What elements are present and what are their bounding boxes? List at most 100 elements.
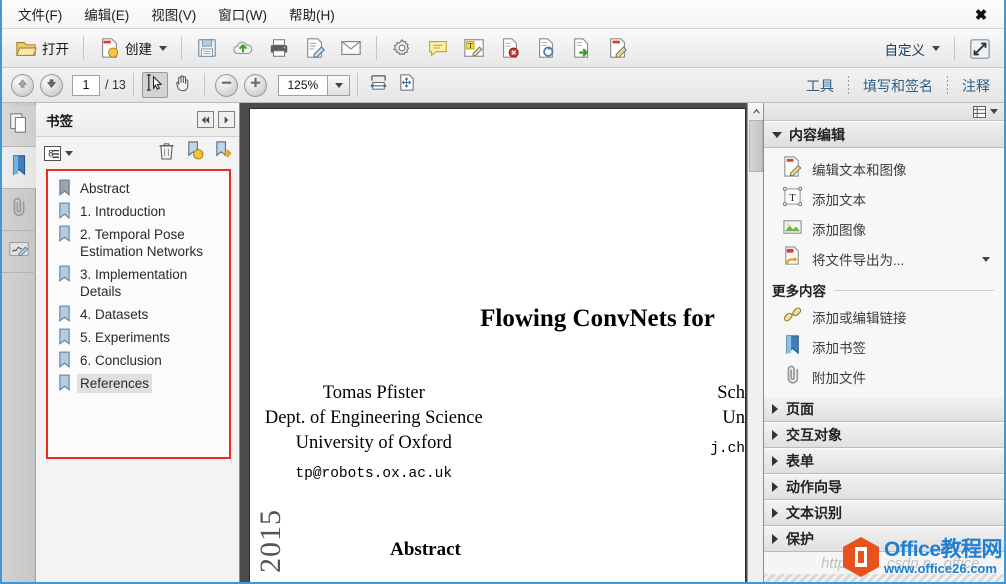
open-button[interactable]: 打开 xyxy=(8,33,76,63)
zoom-dropdown-button[interactable] xyxy=(327,74,350,96)
bookmark-label: 3. Implementation Details xyxy=(80,267,188,299)
tool-attach-file[interactable]: 附加文件 xyxy=(764,362,1004,392)
rail-signatures[interactable] xyxy=(2,231,36,273)
sign-document-button[interactable] xyxy=(297,33,333,63)
export-document-button[interactable] xyxy=(564,33,600,63)
edit-document-button[interactable] xyxy=(600,33,636,63)
bookmark-icon xyxy=(59,351,70,368)
bookmark-item-abstract[interactable]: Abstract xyxy=(48,177,229,200)
settings-gear-icon xyxy=(391,37,413,59)
save-button[interactable] xyxy=(189,33,225,63)
panel-options-button[interactable] xyxy=(973,105,998,118)
link-icon xyxy=(782,304,803,330)
paper-authors: Tomas Pfister Dept. of Engineering Scien… xyxy=(250,381,745,487)
panel-resize-grip[interactable] xyxy=(764,574,1004,582)
section-pages[interactable]: 页面 xyxy=(764,396,1004,422)
rail-page-thumbnails[interactable] xyxy=(2,105,36,147)
delete-page-button[interactable] xyxy=(492,33,528,63)
tool-export-file-as[interactable]: 将文件导出为... xyxy=(764,244,1004,274)
author-name: Tomas Pfister xyxy=(322,383,425,403)
email-button[interactable] xyxy=(333,33,369,63)
collapse-panel-button[interactable] xyxy=(197,111,214,128)
comment-button[interactable] xyxy=(420,33,456,63)
chevron-down-icon xyxy=(65,150,73,156)
bookmark-options-button[interactable]: 8 xyxy=(44,145,73,161)
section-title: 文本识别 xyxy=(786,505,842,521)
zoom-out-button[interactable] xyxy=(214,73,238,97)
toolbar-right-group: 自定义 xyxy=(878,29,999,68)
edit-bookmark-button[interactable] xyxy=(214,141,233,165)
bookmark-item-temporal-pose-estimation-networks[interactable]: 2. Temporal Pose Estimation Networks xyxy=(48,223,229,263)
author-university: University of Oxford xyxy=(295,433,452,453)
chevron-right-icon xyxy=(772,508,778,518)
scroll-up-button[interactable] xyxy=(748,103,763,119)
hand-tool-button[interactable] xyxy=(170,72,196,98)
menu-file[interactable]: 文件(F) xyxy=(8,1,72,27)
zoom-input[interactable]: 125% xyxy=(277,74,328,96)
upload-cloud-button[interactable] xyxy=(225,33,261,63)
group-title: 更多内容 xyxy=(772,284,826,299)
settings-button[interactable] xyxy=(384,33,420,63)
section-title: 保护 xyxy=(786,531,814,547)
expand-window-button[interactable] xyxy=(962,34,998,64)
section-action-wizard[interactable]: 动作向导 xyxy=(764,474,1004,500)
chevron-down-icon[interactable] xyxy=(159,45,167,51)
bookmark-label: 5. Experiments xyxy=(80,330,171,345)
rail-attachments[interactable] xyxy=(2,189,36,231)
chevron-down-icon[interactable] xyxy=(932,46,940,51)
chevron-down-icon[interactable] xyxy=(982,256,990,262)
export-document-icon xyxy=(571,37,593,59)
new-bookmark-button[interactable] xyxy=(185,141,204,165)
tool-add-text[interactable]: T 添加文本 xyxy=(764,184,1004,214)
tab-comment[interactable]: 注释 xyxy=(948,68,1004,103)
pages-icon xyxy=(8,112,30,139)
expand-panel-button[interactable] xyxy=(218,111,235,128)
highlight-text-button[interactable]: T xyxy=(456,33,492,63)
bookmark-item-introduction[interactable]: 1. Introduction xyxy=(48,200,229,223)
tool-add-bookmark[interactable]: 添加书签 xyxy=(764,332,1004,362)
bookmark-icon xyxy=(59,202,70,219)
chevron-down-icon xyxy=(772,131,782,138)
fit-width-button[interactable] xyxy=(366,72,392,98)
section-title: 表单 xyxy=(786,453,814,469)
scrollbar-thumb[interactable] xyxy=(749,120,763,172)
tool-add-or-edit-link[interactable]: 添加或编辑链接 xyxy=(764,302,1004,332)
section-text-recognition[interactable]: 文本识别 xyxy=(764,500,1004,526)
fit-page-button[interactable] xyxy=(394,72,420,98)
viewer-scrollbar[interactable] xyxy=(747,103,763,582)
zoom-in-button[interactable] xyxy=(243,73,267,97)
print-button[interactable] xyxy=(261,33,297,63)
bookmark-item-references[interactable]: References xyxy=(48,372,229,395)
tool-add-image[interactable]: 添加图像 xyxy=(764,214,1004,244)
next-page-button[interactable] xyxy=(40,73,63,97)
menu-window[interactable]: 窗口(W) xyxy=(208,1,277,27)
page-number-input[interactable]: 1 xyxy=(72,74,100,96)
bookmark-item-experiments[interactable]: 5. Experiments xyxy=(48,326,229,349)
tab-fill-and-sign[interactable]: 填写和签名 xyxy=(849,68,947,103)
bookmark-item-datasets[interactable]: 4. Datasets xyxy=(48,303,229,326)
section-interactive-objects[interactable]: 交互对象 xyxy=(764,422,1004,448)
paper-title: Flowing ConvNets for xyxy=(480,305,715,332)
select-tool-button[interactable] xyxy=(141,72,168,98)
menu-edit[interactable]: 编辑(E) xyxy=(74,1,139,27)
section-content-editing-header[interactable]: 内容编辑 xyxy=(764,121,1004,148)
customize-button[interactable]: 自定义 xyxy=(878,34,948,64)
bookmark-icon xyxy=(59,328,70,345)
svg-text:T: T xyxy=(468,41,473,50)
tab-tools[interactable]: 工具 xyxy=(792,68,848,103)
delete-bookmark-button[interactable] xyxy=(158,142,175,165)
section-protect[interactable]: 保护 xyxy=(764,526,1004,552)
rail-bookmarks[interactable] xyxy=(2,147,36,189)
bookmark-item-conclusion[interactable]: 6. Conclusion xyxy=(48,349,229,372)
bookmark-item-implementation-details[interactable]: 3. Implementation Details xyxy=(48,263,229,303)
create-button[interactable]: 创建 xyxy=(91,33,174,63)
close-icon[interactable]: ✖ xyxy=(966,0,996,29)
tool-edit-text-and-images[interactable]: 编辑文本和图像 xyxy=(764,154,1004,184)
section-forms[interactable]: 表单 xyxy=(764,448,1004,474)
rotate-page-button[interactable] xyxy=(528,33,564,63)
pdf-page-content: Flowing ConvNets for Tomas Pfister Dept.… xyxy=(250,109,745,582)
menu-help[interactable]: 帮助(H) xyxy=(279,1,345,27)
previous-page-button[interactable] xyxy=(11,73,34,97)
menu-view[interactable]: 视图(V) xyxy=(141,1,206,27)
toolbar-separator-1 xyxy=(83,36,84,60)
